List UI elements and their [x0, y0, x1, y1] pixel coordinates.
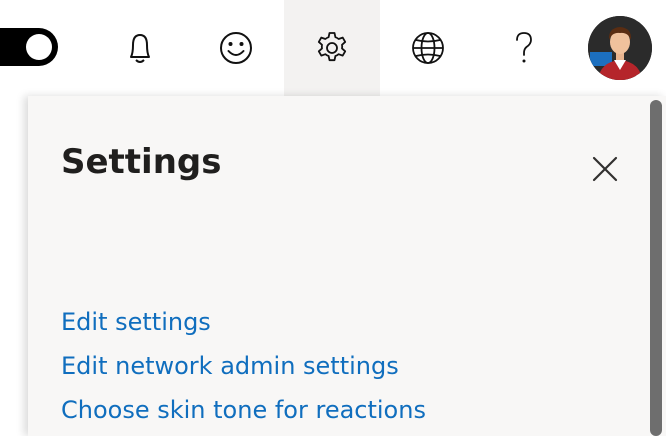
toggle-knob — [26, 34, 52, 60]
edit-network-admin-settings-link[interactable]: Edit network admin settings — [61, 344, 426, 388]
close-icon — [592, 156, 618, 182]
user-avatar[interactable] — [588, 16, 652, 80]
settings-button[interactable] — [284, 0, 380, 96]
language-button[interactable] — [380, 0, 476, 96]
close-button[interactable] — [588, 152, 622, 186]
globe-icon — [412, 32, 444, 64]
choose-skin-tone-link[interactable]: Choose skin tone for reactions — [61, 388, 426, 432]
panel-title: Settings — [61, 142, 222, 182]
smiley-icon — [220, 32, 252, 64]
gear-icon — [317, 32, 347, 62]
edit-settings-link[interactable]: Edit settings — [61, 300, 426, 344]
top-bar — [0, 0, 666, 96]
avatar-icon — [588, 16, 652, 80]
page-background — [0, 96, 28, 436]
bell-icon — [130, 34, 150, 63]
help-button[interactable] — [476, 0, 572, 96]
toggle-switch[interactable] — [0, 28, 58, 66]
settings-links: Edit settings Edit network admin setting… — [61, 300, 426, 432]
question-icon — [516, 32, 532, 63]
feedback-button[interactable] — [188, 0, 284, 96]
settings-panel: Settings Edit settings Edit network admi… — [28, 96, 666, 436]
notifications-button[interactable] — [92, 0, 188, 96]
scrollbar[interactable] — [650, 100, 662, 436]
